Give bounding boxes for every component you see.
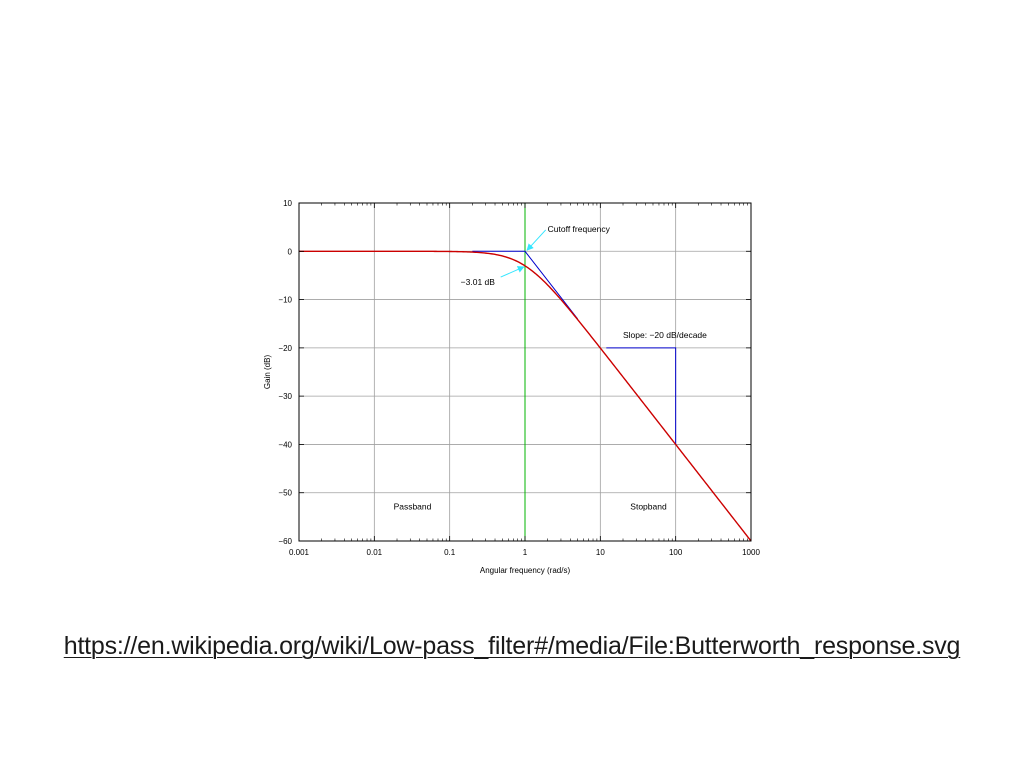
y-axis-label: Gain (dB): [263, 355, 272, 390]
y-tick-label: −50: [278, 489, 292, 498]
annotation-label: Passband: [394, 502, 432, 512]
annotation-label: Slope: −20 dB/decade: [623, 330, 707, 340]
x-tick-label: 1000: [742, 548, 760, 557]
x-tick-label: 1: [523, 548, 528, 557]
y-tick-label: −60: [278, 537, 292, 546]
x-axis-label: Angular frequency (rad/s): [480, 566, 571, 575]
annotations: Cutoff frequency −3.01 dB Slope: −20 dB/de…: [394, 224, 708, 512]
y-tick-label: −40: [278, 440, 292, 449]
x-tick-label: 0.01: [367, 548, 383, 557]
annotation-arrow: [500, 266, 525, 278]
y-tick-label: −10: [278, 296, 292, 305]
annotation-arrow: [526, 229, 547, 251]
y-tick-label: 10: [283, 199, 292, 208]
annotation-label: Cutoff frequency: [548, 224, 611, 234]
tick-labels: 0.001 0.01 0.1 1 10 100 1000100−10−20−30−40−50…: [278, 199, 760, 557]
y-tick-label: −30: [278, 392, 292, 401]
y-tick-label: −20: [278, 344, 292, 353]
x-tick-label: 10: [596, 548, 605, 557]
annotation-label: −3.01 dB: [461, 277, 496, 287]
y-tick-label: 0: [288, 247, 293, 256]
x-tick-label: 0.001: [289, 548, 310, 557]
x-tick-label: 100: [669, 548, 683, 557]
x-tick-label: 0.1: [444, 548, 456, 557]
source-link[interactable]: https://en.wikipedia.org/wiki/Low-pass_f…: [0, 632, 1024, 661]
annotation-label: Stopband: [630, 502, 667, 512]
